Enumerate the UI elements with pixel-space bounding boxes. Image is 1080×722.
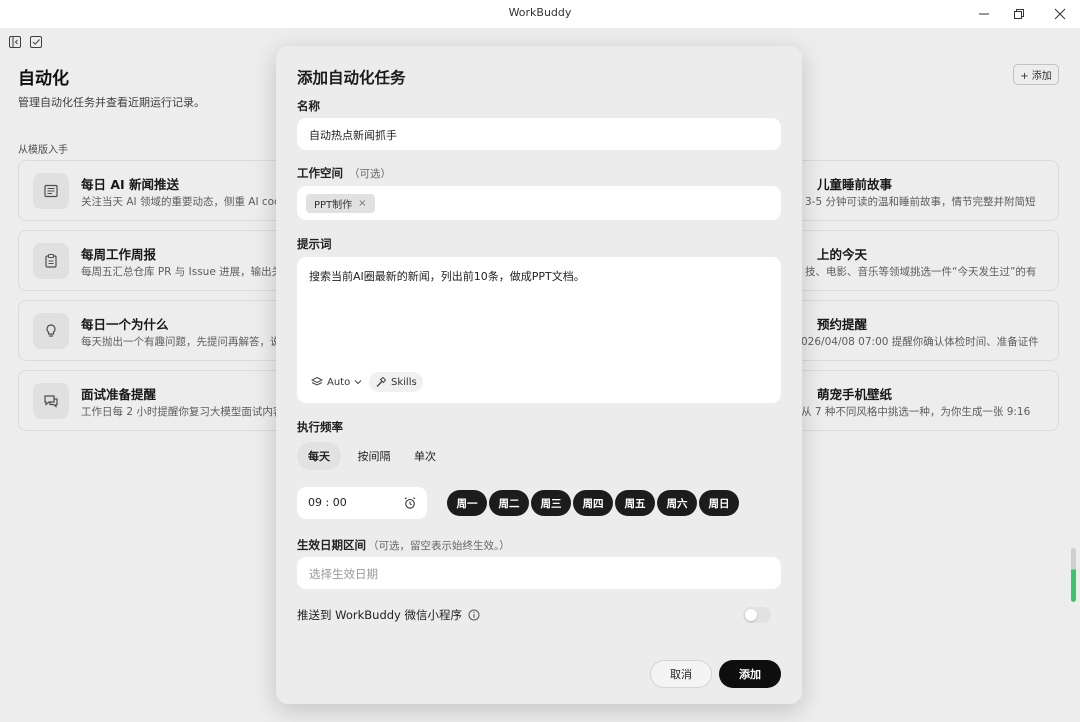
workspace-optional-hint: （可选） [349,168,391,180]
name-field-value: 自动热点新闻抓手 [309,129,397,142]
workspace-label-text: 工作空间 [297,166,343,180]
workspace-chip-label: PPT制作 [314,200,353,211]
weekday-mon[interactable]: 周一 [447,490,487,516]
name-field[interactable]: 自动热点新闻抓手 [297,118,781,150]
restore-button[interactable] [1009,4,1029,24]
chevron-down-icon [354,380,362,385]
weekday-sat[interactable]: 周六 [657,490,697,516]
window-title: WorkBuddy [508,6,572,19]
frequency-tab-once[interactable]: 单次 [407,442,443,470]
frequency-tab-interval[interactable]: 按间隔 [349,442,399,470]
dialog-title: 添加自动化任务 [297,69,406,87]
date-range-label-text: 生效日期区间 [297,538,366,552]
hammer-icon [376,376,387,387]
weekday-wed[interactable]: 周三 [531,490,571,516]
weekday-sun[interactable]: 周日 [699,490,739,516]
push-option: 推送到 WorkBuddy 微信小程序 [297,607,480,623]
push-toggle[interactable] [743,607,771,623]
info-icon[interactable] [468,609,480,621]
restore-icon [1014,9,1024,19]
date-range-placeholder: 选择生效日期 [309,567,378,581]
minimize-button[interactable] [974,4,994,24]
workspace-chip: PPT制作 × [306,194,375,213]
name-label: 名称 [297,99,320,113]
model-selector[interactable]: Auto [311,372,362,392]
chip-remove-icon[interactable]: × [358,198,366,209]
submit-button[interactable]: 添加 [719,660,781,688]
workspace-label: 工作空间 （可选） [297,165,391,181]
weekday-fri[interactable]: 周五 [615,490,655,516]
model-selector-label: Auto [327,376,351,388]
time-value: 09 : 00 [308,496,347,509]
minimize-icon [979,13,989,15]
time-picker[interactable]: 09 : 00 [297,487,427,519]
cancel-button[interactable]: 取消 [650,660,712,688]
prompt-text: 搜索当前AI圈最新的新闻，列出前10条，做成PPT文档。 [309,270,585,283]
prompt-field[interactable]: 搜索当前AI圈最新的新闻，列出前10条，做成PPT文档。 Auto Skills [297,257,781,403]
add-automation-dialog: 添加自动化任务 名称 自动热点新闻抓手 工作空间 （可选） PPT制作 × 提示词… [276,46,802,704]
date-range-field[interactable]: 选择生效日期 [297,557,781,589]
title-bar: WorkBuddy [0,0,1080,28]
close-button[interactable] [1050,4,1070,24]
date-range-hint: （可选，留空表示始终生效。） [368,540,510,552]
frequency-tab-daily[interactable]: 每天 [297,442,341,470]
weekday-tue[interactable]: 周二 [489,490,529,516]
skills-button[interactable]: Skills [369,372,423,392]
push-label: 推送到 WorkBuddy 微信小程序 [297,608,463,622]
workspace-field[interactable]: PPT制作 × [297,186,781,220]
toggle-knob [745,609,757,621]
alarm-clock-icon [404,497,416,509]
date-range-label: 生效日期区间 （可选，留空表示始终生效。） [297,537,510,553]
skills-label: Skills [391,376,417,388]
layers-icon [311,376,323,386]
weekday-thu[interactable]: 周四 [573,490,613,516]
close-icon [1054,8,1066,20]
frequency-label: 执行频率 [297,420,343,434]
prompt-label: 提示词 [297,237,332,251]
scroll-indicator[interactable] [1071,548,1076,602]
